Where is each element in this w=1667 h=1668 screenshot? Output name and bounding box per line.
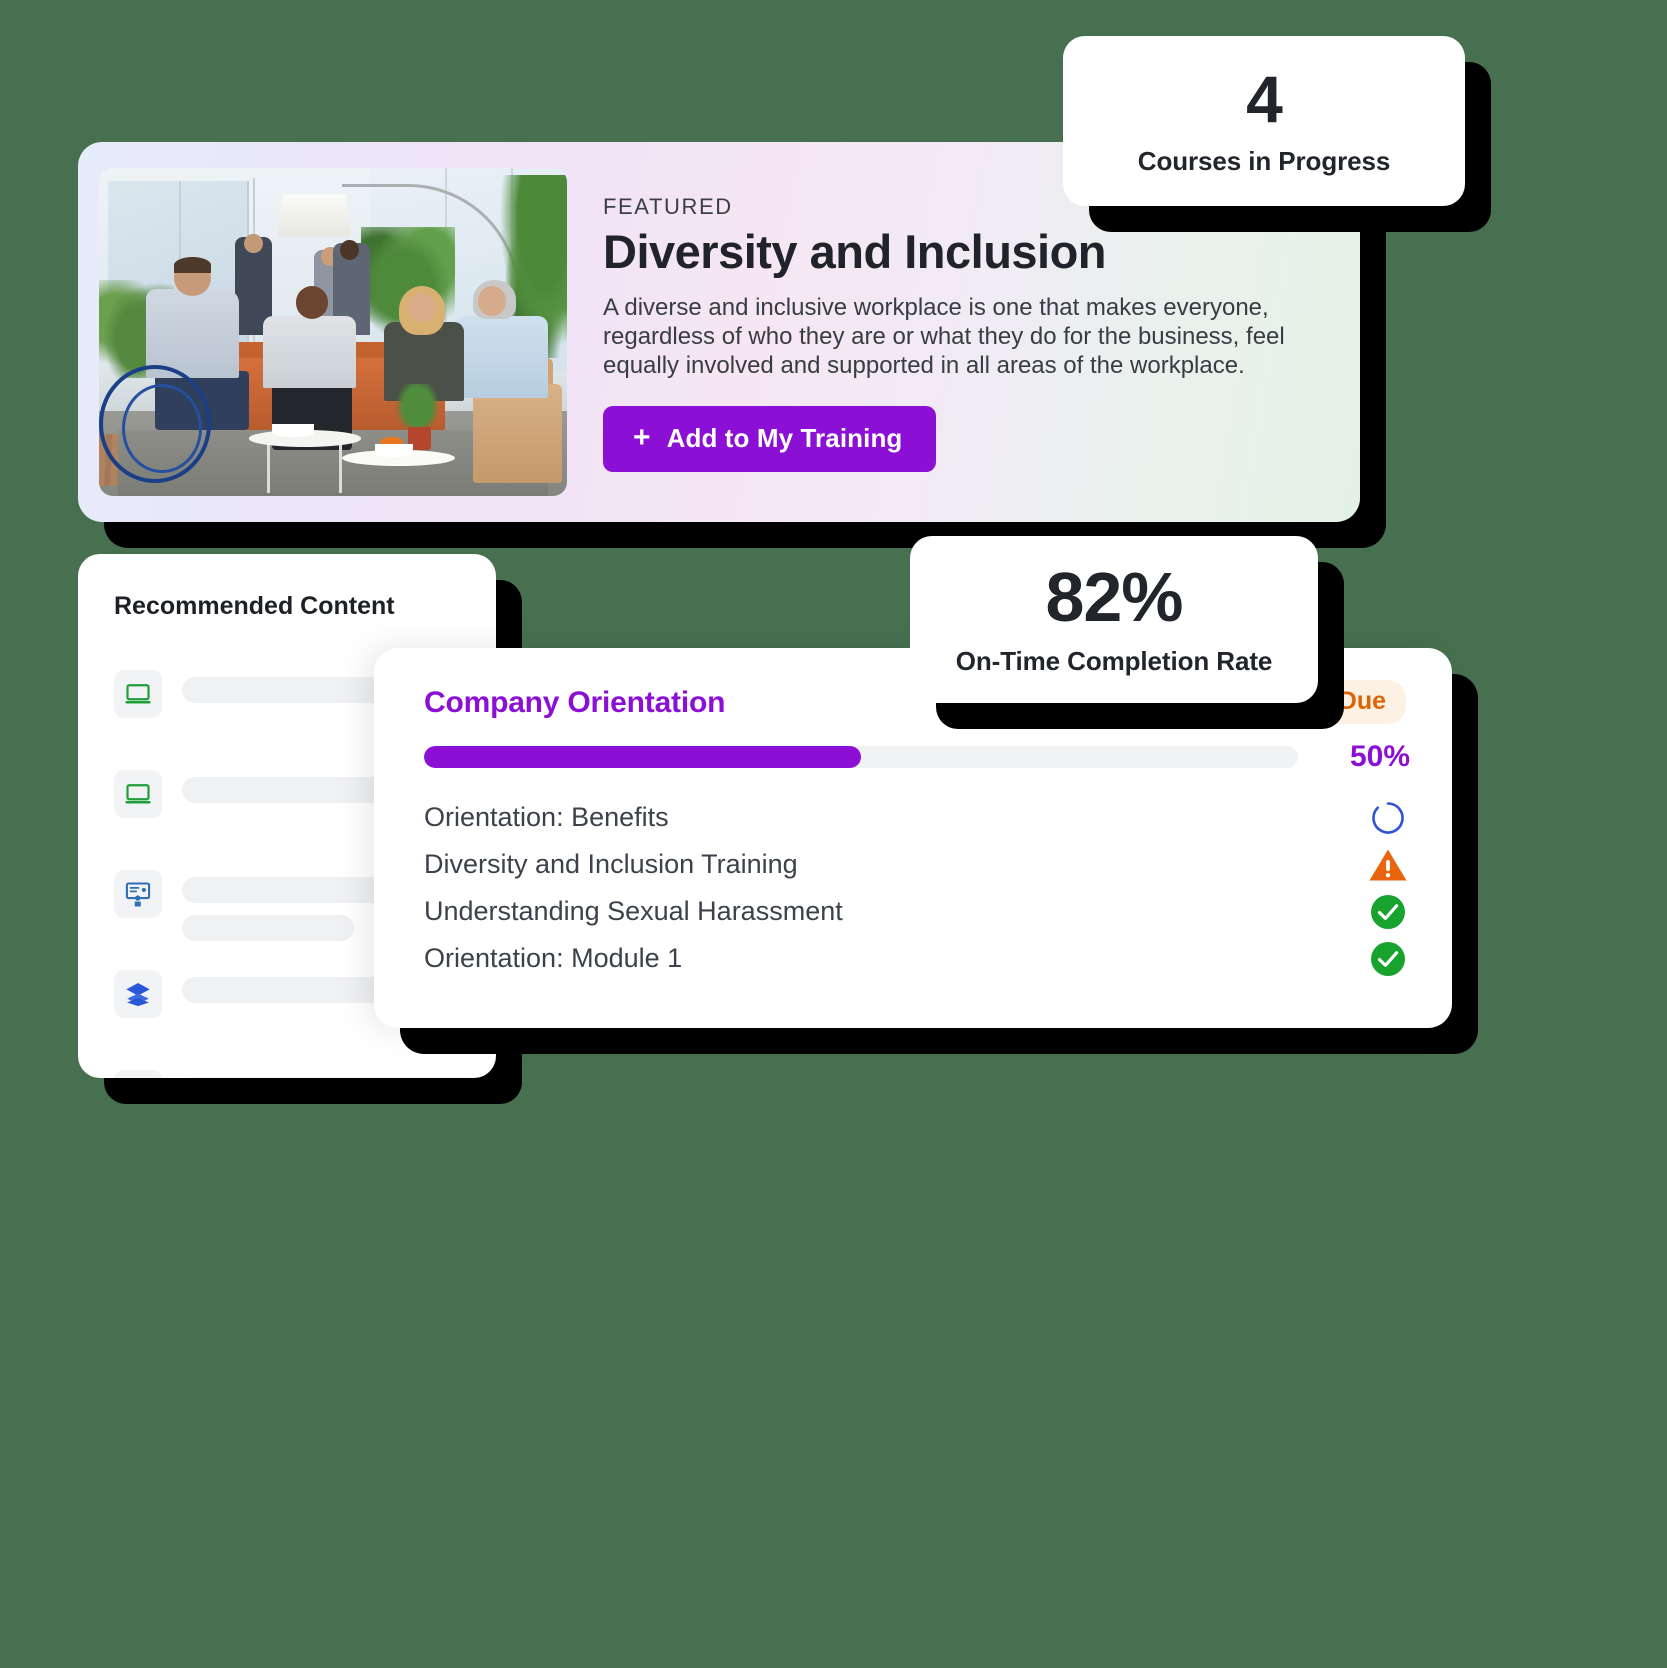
module-name: Diversity and Inclusion Training	[424, 849, 798, 879]
featured-course-image	[99, 168, 567, 496]
on-time-completion-label: On-Time Completion Rate	[955, 646, 1273, 676]
stat-card-courses-in-progress: 4 Courses in Progress	[1063, 36, 1465, 206]
featured-course-body: FEATURED Diversity and Inclusion A diver…	[603, 194, 1343, 473]
progress-percent-label: 50%	[1349, 740, 1410, 773]
table-row[interactable]: Orientation: Benefits	[424, 794, 1410, 841]
warning-triangle-icon	[1366, 843, 1410, 887]
courses-in-progress-value: 4	[1246, 61, 1283, 136]
stat-card-on-time-completion: 82% On-Time Completion Rate	[910, 536, 1318, 703]
presentation-icon	[114, 870, 162, 918]
company-orientation-panel: Company Orientation Due 50% Orientation:…	[374, 648, 1452, 1028]
list-item[interactable]	[96, 1064, 496, 1078]
in-progress-spinner-icon	[1366, 796, 1410, 840]
add-to-my-training-button[interactable]: + Add to My Training	[603, 406, 937, 473]
progress-bar-track	[424, 746, 1298, 768]
module-name: Understanding Sexual Harassment	[424, 896, 843, 926]
plus-icon: +	[633, 420, 651, 454]
laptop-icon	[114, 770, 162, 818]
layers-icon	[114, 970, 162, 1018]
dashboard-stage: FEATURED Diversity and Inclusion A diver…	[0, 0, 1667, 1668]
progress-bar-fill	[424, 746, 861, 768]
courses-in-progress-label: Courses in Progress	[1137, 145, 1391, 176]
add-to-my-training-label: Add to My Training	[666, 423, 903, 454]
company-orientation-title: Company Orientation	[424, 686, 726, 719]
orientation-progress-row: 50%	[424, 740, 1410, 774]
check-circle-icon	[1366, 890, 1410, 934]
on-time-completion-value: 82%	[1045, 558, 1183, 636]
module-name: Orientation: Benefits	[424, 802, 669, 832]
recommended-content-title: Recommended Content	[114, 592, 395, 620]
table-row[interactable]: Diversity and Inclusion Training	[424, 841, 1410, 888]
featured-title: Diversity and Inclusion	[603, 225, 1107, 278]
laptop-icon	[114, 670, 162, 718]
table-row[interactable]: Understanding Sexual Harassment	[424, 888, 1410, 935]
featured-description: A diverse and inclusive workplace is one…	[603, 293, 1285, 380]
orientation-module-list: Orientation: Benefits Diversity and Incl…	[424, 794, 1410, 982]
due-dot-icon	[1311, 694, 1327, 709]
module-name: Orientation: Module 1	[424, 943, 683, 973]
check-circle-icon	[1366, 937, 1410, 981]
due-badge-label: Due	[1338, 687, 1386, 715]
laptop-icon	[114, 1070, 162, 1078]
table-row[interactable]: Orientation: Module 1	[424, 935, 1410, 982]
